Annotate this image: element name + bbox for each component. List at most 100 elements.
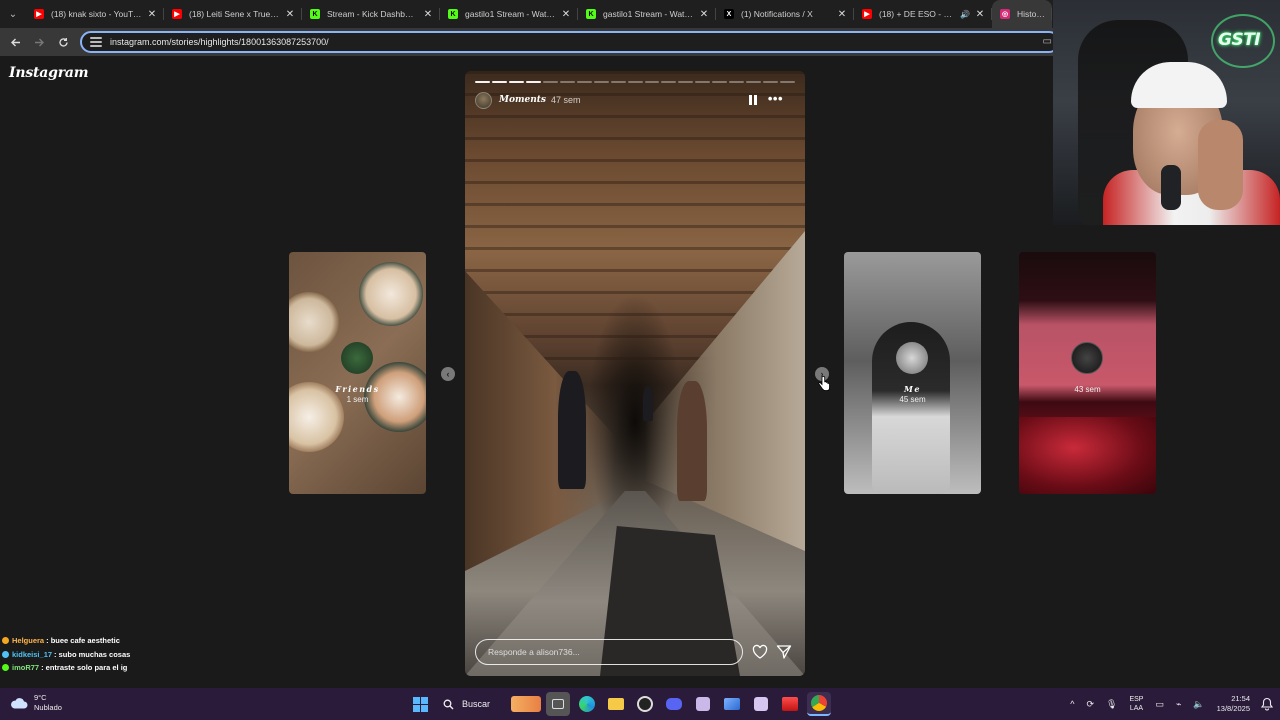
webcam-microphone (1161, 165, 1181, 210)
weather-temperature: 9°C (34, 693, 47, 702)
progress-segment (661, 81, 677, 83)
highlight-thumbnail-concert[interactable]: 43 sem (1019, 252, 1156, 494)
back-button[interactable] (3, 28, 27, 56)
tab-title: gastilo1 Stream - Watch L (603, 9, 694, 19)
progress-segment (712, 81, 728, 83)
clock[interactable]: 21:54 13/8/2025 (1217, 694, 1250, 714)
highlight-thumbnail-me[interactable]: Me 45 sem (844, 252, 981, 494)
chat-text: : subo muchas cosas (54, 649, 131, 659)
close-tab-icon[interactable]: ✕ (284, 9, 296, 20)
browser-tab[interactable]: ▶ (18) + DE ESO - KNAK🔊 ✕ (854, 0, 992, 28)
browser-tab[interactable]: X (1) Notifications / X ✕ (716, 0, 854, 28)
language-indicator[interactable]: ESP LAA (1129, 695, 1143, 713)
highlight-time: 43 sem (1074, 385, 1101, 394)
browser-tab[interactable]: ◎ Historias • (992, 0, 1052, 28)
close-tab-icon[interactable]: ✕ (560, 9, 572, 20)
browser-tab[interactable]: Kgastilo1 Stream - Watch L ✕ (440, 0, 578, 28)
chevron-up-icon[interactable]: ^ (1070, 699, 1074, 709)
progress-segment (508, 81, 524, 83)
story-viewer[interactable]: Moments 47 sem ••• (465, 71, 805, 676)
forward-arrow-icon (34, 38, 44, 46)
chat-message: kidkeisi_17: subo muchas cosas (2, 648, 262, 662)
highlight-label: 43 sem (1019, 384, 1156, 394)
story-avatar[interactable] (475, 91, 492, 109)
reply-input[interactable] (475, 639, 743, 665)
chat-badge-icon (2, 664, 9, 672)
progress-segment (542, 81, 558, 83)
kick-icon: K (448, 9, 458, 19)
previous-story-button[interactable]: ‹ (441, 367, 455, 381)
progress-segment (576, 81, 592, 83)
close-tab-icon[interactable]: ✕ (422, 9, 434, 20)
sync-icon[interactable]: ⟳ (1086, 699, 1094, 710)
monitor-icon[interactable]: ▭ (1155, 699, 1164, 710)
chat-username: imoR77 (12, 663, 40, 673)
tab-title: (18) Leiti Sene x Trueno - (189, 9, 280, 19)
more-options-icon[interactable]: ••• (768, 91, 783, 106)
close-tab-icon[interactable]: ✕ (146, 9, 158, 20)
heart-icon[interactable] (752, 644, 768, 660)
reload-icon (58, 37, 68, 47)
chat-username: kidkeisi_17 (12, 649, 53, 659)
close-tab-icon[interactable]: ✕ (836, 9, 848, 20)
tab-audio-icon[interactable]: 🔊 (960, 10, 970, 19)
progress-segment (763, 81, 779, 83)
youtube-icon: ▶ (862, 9, 872, 19)
address-bar[interactable]: instagram.com/stories/highlights/1800136… (80, 31, 1060, 53)
chat-text: : entraste solo para el ig (41, 663, 128, 673)
network-icon[interactable]: ⌁ (1176, 699, 1181, 710)
progress-segment (593, 81, 609, 83)
progress-segment (695, 81, 711, 83)
app-icon[interactable] (749, 692, 773, 716)
youtube-icon: ▶ (172, 9, 182, 19)
search-icon (443, 699, 454, 709)
photos-icon[interactable] (720, 692, 744, 716)
browser-tab[interactable]: ▶ (18) Leiti Sene x Trueno - ✕ (164, 0, 302, 28)
pause-icon[interactable] (749, 95, 757, 105)
tab-search-button[interactable]: ⌄ (0, 0, 26, 28)
story-image-person (558, 371, 586, 489)
browser-tab[interactable]: Kgastilo1 Stream - Watch L ✕ (578, 0, 716, 28)
instagram-logo[interactable]: Instagram (9, 65, 89, 81)
chat-username: Helguera (12, 636, 45, 646)
cloud-icon (11, 698, 28, 709)
volume-icon[interactable]: 🔈 (1193, 699, 1204, 710)
clock-time: 21:54 (1231, 694, 1250, 703)
story-time: 47 sem (550, 95, 581, 105)
story-image-person (643, 386, 653, 421)
obs-icon[interactable] (633, 692, 657, 716)
highlight-time: 45 sem (899, 395, 926, 404)
send-icon[interactable] (776, 644, 792, 660)
discord-icon[interactable] (662, 692, 686, 716)
story-title[interactable]: Moments (499, 95, 546, 105)
reload-button[interactable] (51, 28, 75, 56)
streamer-app-icon[interactable] (778, 692, 802, 716)
progress-segment (610, 81, 626, 83)
weather-widget[interactable]: 9°C Nublado (10, 693, 62, 713)
taskbar-search[interactable]: Buscar (437, 692, 541, 716)
edge-browser-icon[interactable] (575, 692, 599, 716)
cast-icon[interactable]: ▭ (1043, 36, 1052, 47)
browser-tab[interactable]: K Stream - Kick Dashboard ✕ (302, 0, 440, 28)
task-view-icon[interactable] (546, 692, 570, 716)
file-explorer-icon[interactable] (604, 692, 628, 716)
start-button[interactable] (408, 692, 432, 716)
back-arrow-icon (10, 38, 20, 46)
close-tab-icon[interactable]: ✕ (974, 9, 986, 20)
highlight-avatar (341, 342, 373, 374)
forward-button[interactable] (27, 28, 51, 56)
tab-title: Historias • (1017, 9, 1046, 19)
close-tab-icon[interactable]: ✕ (698, 9, 710, 20)
highlight-name: Me (904, 384, 921, 394)
app-icon[interactable] (691, 692, 715, 716)
kick-icon: K (586, 9, 596, 19)
language-code: ESP (1129, 696, 1144, 703)
microphone-icon[interactable]: 🎙 (1106, 699, 1117, 710)
chrome-icon[interactable] (807, 692, 831, 716)
notification-bell-icon[interactable] (1260, 697, 1274, 711)
highlight-label: Friends 1 sem (289, 384, 426, 404)
site-info-icon[interactable] (90, 37, 102, 47)
browser-tab[interactable]: ▶ (18) knak sixto - YouTube ✕ (26, 0, 164, 28)
tab-title: (1) Notifications / X (741, 9, 813, 19)
highlight-thumbnail-friends[interactable]: Friends 1 sem (289, 252, 426, 494)
